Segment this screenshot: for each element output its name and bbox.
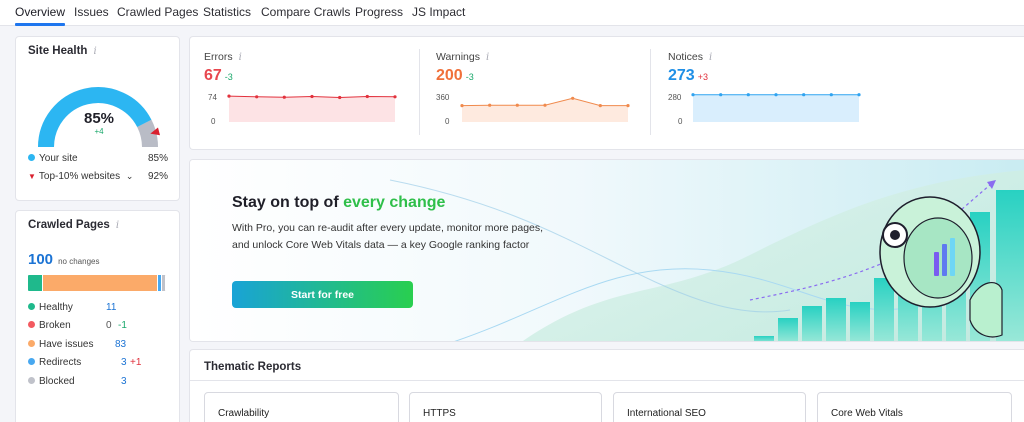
bar-segment-healthy[interactable] [28, 275, 44, 291]
issues-metrics-card: Errors i 67 -3 74 0 Warnings i 200 -3 360 0 … [189, 36, 1024, 150]
divider [650, 49, 651, 135]
tab-js-impact[interactable]: JS Impact [412, 5, 465, 19]
sparkline-area [693, 94, 859, 122]
sparkline-point[interactable] [857, 93, 861, 97]
errors-sparkline [227, 94, 397, 122]
tab-bar: Overview Issues Crawled Pages Statistics… [0, 0, 1024, 26]
broken-dot-icon [28, 321, 35, 328]
sparkline-point[interactable] [571, 96, 575, 100]
healthy-dot-icon [28, 303, 35, 310]
site-health-title: Site Health i [28, 45, 97, 57]
info-icon[interactable]: i [116, 220, 119, 231]
promo-body: With Pro, you can re-audit after every u… [232, 222, 544, 251]
sparkline-point[interactable] [774, 93, 778, 97]
sparkline-point[interactable] [515, 103, 519, 107]
sparkline-point[interactable] [282, 95, 286, 99]
sparkline-area [462, 98, 628, 122]
divider [190, 380, 1024, 381]
sparkline-point[interactable] [338, 95, 342, 100]
sparkline-point[interactable] [365, 94, 369, 99]
site-health-card: Site Health i 85% +4 Your site 85% ▼ Top-1… [15, 36, 180, 201]
legend-your-site: Your site 85% [28, 153, 168, 164]
sparkline-point[interactable] [543, 103, 547, 107]
info-icon[interactable]: i [486, 52, 489, 63]
sparkline-point[interactable] [626, 104, 630, 108]
info-icon[interactable]: i [239, 52, 242, 63]
crawled-pages-count[interactable]: 100 no changes [28, 251, 99, 268]
chevron-down-icon[interactable]: ⌄ [126, 171, 134, 181]
info-icon[interactable]: i [93, 46, 96, 57]
crawled-pages-stacked-bar [28, 275, 166, 291]
sparkline-point[interactable] [255, 95, 259, 99]
sparkline-point[interactable] [691, 93, 695, 97]
sparkline-point[interactable] [393, 95, 397, 99]
notices-value: 273 +3 [668, 67, 708, 84]
divider [419, 49, 420, 135]
sparkline-point[interactable] [460, 104, 464, 108]
redirects-dot-icon [28, 358, 35, 365]
report-https[interactable]: HTTPS [409, 392, 602, 422]
sparkline-point[interactable] [719, 93, 723, 97]
sparkline-point[interactable] [746, 93, 750, 97]
promo-title: Stay on top of every change [232, 194, 446, 211]
tab-overview[interactable]: Overview [15, 5, 65, 19]
report-international-seo[interactable]: International SEO [613, 392, 806, 422]
site-health-delta: +4 [94, 127, 104, 136]
blocked-dot-icon [28, 377, 35, 384]
have-issues-dot-icon [28, 340, 35, 347]
tab-issues[interactable]: Issues [74, 5, 109, 19]
legend-top10[interactable]: ▼ Top-10% websites ⌄ 92% [28, 171, 168, 182]
bar-segment-have-issues[interactable] [43, 275, 158, 291]
tab-crawled-pages[interactable]: Crawled Pages [117, 5, 198, 19]
errors-value: 67 -3 [204, 67, 233, 84]
broken-delta: -1 [118, 320, 127, 331]
report-core-web-vitals[interactable]: Core Web Vitals [817, 392, 1012, 422]
sparkline-point[interactable] [227, 94, 231, 98]
info-icon[interactable]: i [709, 52, 712, 63]
sparkline-point[interactable] [598, 104, 602, 108]
active-tab-indicator [15, 23, 65, 26]
redirects-delta: +1 [130, 357, 142, 368]
your-site-dot-icon [28, 154, 35, 161]
notices-sparkline [691, 93, 861, 122]
triangle-down-icon: ▼ [28, 172, 36, 181]
report-crawlability[interactable]: Crawlability [204, 392, 399, 422]
bar-segment-blocked[interactable] [161, 275, 166, 291]
sparkline-point[interactable] [829, 93, 833, 97]
tab-progress[interactable]: Progress [355, 5, 403, 19]
gauge-top10-segment [137, 119, 158, 148]
sparkline-point[interactable] [802, 93, 806, 97]
sparkline-area [229, 96, 395, 122]
sparkline-point[interactable] [488, 103, 492, 107]
start-for-free-button[interactable]: Start for free [232, 281, 413, 308]
thematic-reports-title: Thematic Reports [204, 361, 302, 373]
warnings-value: 200 -3 [436, 67, 474, 84]
tab-compare-crawls[interactable]: Compare Crawls [261, 5, 350, 19]
crawled-pages-card: Crawled Pages i 100 no changes Healthy 11… [15, 210, 180, 422]
sparkline-point[interactable] [310, 94, 314, 99]
promo-banner: Stay on top of every change With Pro, yo… [189, 159, 1024, 342]
crawled-pages-title: Crawled Pages i [28, 219, 120, 231]
warnings-sparkline [460, 96, 630, 122]
tab-statistics[interactable]: Statistics [203, 5, 251, 19]
site-health-score: 85% [83, 110, 115, 127]
